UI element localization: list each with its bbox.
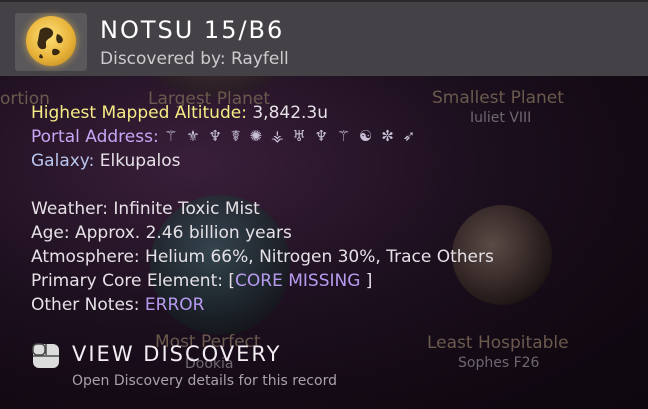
altitude-row: Highest Mapped Altitude: 3,842.3u (31, 103, 328, 123)
atmosphere-value: Helium 66%, Nitrogen 30%, Trace Others (145, 247, 494, 267)
bg-label-least-hospitable: Least Hospitable (427, 333, 569, 353)
discovery-header: NOTSU 15/B6 Discovered by: Rayfell (0, 0, 648, 76)
galaxy-value: Elkupalos (99, 151, 181, 171)
bg-label-smallest-planet: Smallest Planet (432, 88, 564, 108)
altitude-label: Highest Mapped Altitude: (31, 103, 247, 123)
atmosphere-label: Atmosphere: (31, 247, 140, 267)
core-row: Primary Core Element: [CORE MISSING ] (31, 271, 372, 291)
discovered-by: Discovered by: Rayfell (100, 49, 289, 69)
view-discovery-button[interactable]: VIEW DISCOVERY Open Discovery details fo… (30, 340, 360, 392)
portal-row: Portal Address: ⚚ ⚜ ♆ ☤ ✺ ⚶ ♅ ♆ ⚚ ☯ ✼ ➶ (31, 127, 417, 147)
view-discovery-hint: Open Discovery details for this record (72, 373, 337, 389)
age-row: Age: Approx. 2.46 billion years (31, 223, 292, 243)
notes-value: ERROR (144, 295, 205, 315)
galaxy-row: Galaxy: Elkupalos (31, 151, 181, 171)
weather-row: Weather: Infinite Toxic Mist (31, 199, 260, 219)
atmosphere-row: Atmosphere: Helium 66%, Nitrogen 30%, Tr… (31, 247, 494, 267)
galaxy-label: Galaxy: (31, 151, 95, 171)
bg-sub-smallest-planet: Iuliet VIII (470, 110, 532, 126)
planet-icon (26, 16, 76, 66)
weather-label: Weather: (31, 199, 109, 219)
notes-row: Other Notes: ERROR (31, 295, 204, 315)
core-bracket-close: ] (365, 271, 373, 291)
view-discovery-label: VIEW DISCOVERY (72, 342, 282, 366)
altitude-value: 3,842.3u (252, 103, 329, 123)
portal-glyphs-icon: ⚚ ⚜ ♆ ☤ ✺ ⚶ ♅ ♆ ⚚ ☯ ✼ ➶ (164, 127, 418, 145)
planet-icon-frame (15, 13, 87, 71)
portal-label: Portal Address: (31, 127, 159, 147)
weather-value: Infinite Toxic Mist (113, 199, 260, 219)
notes-label: Other Notes: (31, 295, 140, 315)
mouse-icon (32, 343, 60, 369)
age-value: Approx. 2.46 billion years (75, 223, 292, 243)
planet-title: NOTSU 15/B6 (100, 16, 285, 44)
age-label: Age: (31, 223, 70, 243)
core-label: Primary Core Element: (31, 271, 223, 291)
bg-sub-least-hospitable: Sophes F26 (458, 355, 540, 371)
core-value: CORE MISSING (235, 271, 361, 291)
